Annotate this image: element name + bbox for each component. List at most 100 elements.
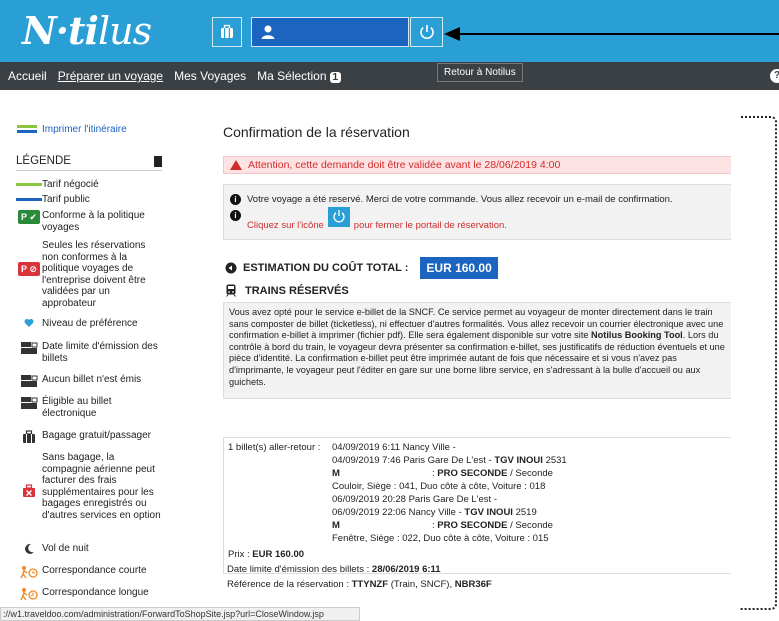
- legend-heading: LÉGENDE: [16, 155, 162, 171]
- close-portal-text-b: pour fermer le portail de réservation.: [353, 219, 507, 231]
- heart-icon: [24, 319, 34, 327]
- legend-item: P ✔ Conforme à la politique voyages: [16, 210, 164, 233]
- cost-label: ESTIMATION DU COÛT TOTAL :: [243, 262, 409, 274]
- price-line: Prix : EUR 160.00: [228, 549, 305, 560]
- trip-line: 06/09/2019 22:06 Nancy Ville - TGV INOUI…: [332, 507, 537, 518]
- annotation-bracket: [731, 116, 777, 610]
- trains-label: TRAINS RÉSERVÉS: [245, 284, 349, 297]
- legend-item: Sans bagage, la compagnie aérienne peut …: [16, 452, 164, 521]
- warning-icon: [230, 160, 242, 170]
- power-button[interactable]: [410, 17, 443, 47]
- e-ticket-icon: [21, 397, 38, 409]
- nav-accueil[interactable]: Accueil: [8, 69, 47, 83]
- legend-item: Éligible au billet électronique: [16, 396, 164, 419]
- close-portal-text-a: Cliquez sur l'icône: [247, 219, 324, 231]
- legend-item: Tarif négocié: [16, 179, 164, 191]
- no-luggage-icon: [23, 484, 35, 497]
- total-cost-row: ESTIMATION DU COÛT TOTAL : EUR 160.00: [225, 257, 498, 279]
- trip-header: 1 billet(s) aller-retour :: [228, 442, 321, 453]
- alert-text: Attention, cette demande doit être valid…: [248, 159, 561, 171]
- nav-ma-selection-label: Ma Sélection: [257, 69, 327, 83]
- info-line-close-portal: i Cliquez sur l'icône pour fermer le por…: [230, 207, 507, 235]
- legend-title: LÉGENDE: [16, 155, 71, 167]
- legend-label: Sans bagage, la compagnie aérienne peut …: [42, 452, 161, 521]
- annotation-arrow-line: [458, 33, 779, 35]
- help-icon[interactable]: ?: [770, 69, 779, 83]
- trip-line: M: [332, 468, 340, 479]
- deadline-line: Date limite d'émission des billets : 28/…: [227, 564, 441, 575]
- info-line: i Votre voyage a été reservé. Merci de v…: [230, 194, 673, 205]
- legend-item: Bagage gratuit/passager: [16, 430, 164, 444]
- luggage-button[interactable]: [212, 17, 242, 47]
- trip-line: Fenêtre, Siège : 022, Duo côte à côte, V…: [332, 533, 549, 544]
- ticket-date-icon: [21, 342, 38, 354]
- trip-line: M: [332, 520, 340, 531]
- moon-icon: [25, 543, 34, 554]
- logo-script: lus: [97, 9, 152, 53]
- trains-heading: TRAINS RÉSERVÉS: [225, 284, 349, 297]
- bookmark-icon[interactable]: [154, 156, 162, 167]
- nav-mes-voyages[interactable]: Mes Voyages: [174, 69, 246, 83]
- legend-label: Bagage gratuit/passager: [42, 430, 151, 441]
- power-icon: [333, 210, 345, 223]
- inline-power-button[interactable]: [327, 207, 350, 227]
- power-tooltip: Retour à Notilus: [437, 63, 523, 82]
- notilus-logo[interactable]: N·tilus: [22, 8, 152, 53]
- trip-line: : PRO SECONDE / Seconde: [432, 520, 553, 531]
- luggage-icon: [221, 24, 233, 38]
- info-icon: i: [230, 194, 241, 205]
- user-menu[interactable]: [251, 17, 409, 47]
- legend-label: Tarif public: [42, 194, 90, 205]
- long-connection-icon: [20, 588, 38, 601]
- confirmation-info-box: i Votre voyage a été reservé. Merci de v…: [223, 184, 735, 240]
- luggage-icon: [23, 430, 35, 443]
- cost-value: EUR 160.00: [420, 257, 498, 279]
- desc-bold: Notilus Booking Tool: [591, 330, 683, 341]
- policy-ko-icon: P ⊘: [18, 262, 40, 276]
- reference-line: Référence de la réservation : TTYNZF (Tr…: [227, 579, 492, 590]
- legend-label: Correspondance longue: [42, 587, 149, 598]
- trip-line: 04/09/2019 6:11 Nancy Ville -: [332, 442, 456, 453]
- cost-icon: [225, 262, 237, 274]
- browser-status-url: ://w1.traveldoo.com/administration/Forwa…: [0, 607, 360, 621]
- trip-line: 04/09/2019 7:46 Paris Gare De L'est - TG…: [332, 455, 567, 466]
- selection-count-badge: 1: [329, 72, 342, 83]
- nav-ma-selection[interactable]: Ma Sélection 1: [257, 69, 342, 83]
- legend-label: Correspondance courte: [42, 565, 147, 576]
- legend-item: Correspondance longue: [16, 587, 164, 601]
- legend-item: Correspondance courte: [16, 565, 164, 579]
- main-nav: Accueil Préparer un voyage Mes Voyages M…: [0, 62, 779, 90]
- validation-alert: Attention, cette demande doit être valid…: [223, 156, 735, 174]
- info-text: Votre voyage a été reservé. Merci de vot…: [247, 194, 673, 205]
- blue-line-icon: [16, 198, 42, 201]
- legend-label: Date limite d'émission des billets: [42, 341, 158, 364]
- legend-item: Tarif public: [16, 194, 164, 206]
- legend-item: Aucun billet n'est émis: [16, 374, 164, 388]
- print-itinerary-link[interactable]: Imprimer l'itinéraire: [16, 122, 127, 136]
- legend-label: Vol de nuit: [42, 543, 89, 554]
- legend-item: Niveau de préférence: [16, 318, 164, 330]
- train-icon: [226, 284, 236, 297]
- policy-ok-icon: P ✔: [18, 210, 40, 224]
- nav-preparer-voyage[interactable]: Préparer un voyage: [58, 69, 163, 83]
- legend-item: P ⊘ Seules les réservations non conformes…: [16, 240, 164, 309]
- legend-label: Seules les réservations non conformes à …: [42, 240, 146, 309]
- info-icon: i: [230, 209, 241, 221]
- legend-label: Conforme à la politique voyages: [42, 210, 145, 233]
- legend-label: Niveau de préférence: [42, 318, 138, 329]
- legend-label: Tarif négocié: [42, 179, 99, 190]
- sidebar: Imprimer l'itinéraire LÉGENDE Tarif négo…: [8, 108, 204, 608]
- trip-line: 06/09/2019 20:28 Paris Gare De L'est -: [332, 494, 497, 505]
- page-title: Confirmation de la réservation: [223, 124, 410, 140]
- trip-details: 1 billet(s) aller-retour : 04/09/2019 6:…: [223, 437, 735, 574]
- power-icon: [419, 25, 434, 39]
- green-line-icon: [16, 183, 42, 186]
- legend-item: Vol de nuit: [16, 543, 164, 555]
- trip-line: Couloir, Siège : 041, Duo côte à côte, V…: [332, 481, 546, 492]
- print-icon: [17, 125, 37, 133]
- no-ticket-icon: [21, 375, 38, 387]
- legend-label: Aucun billet n'est émis: [42, 374, 142, 385]
- short-connection-icon: [20, 566, 38, 579]
- print-itinerary-label: Imprimer l'itinéraire: [42, 123, 127, 135]
- logo-text: N·ti: [22, 8, 99, 53]
